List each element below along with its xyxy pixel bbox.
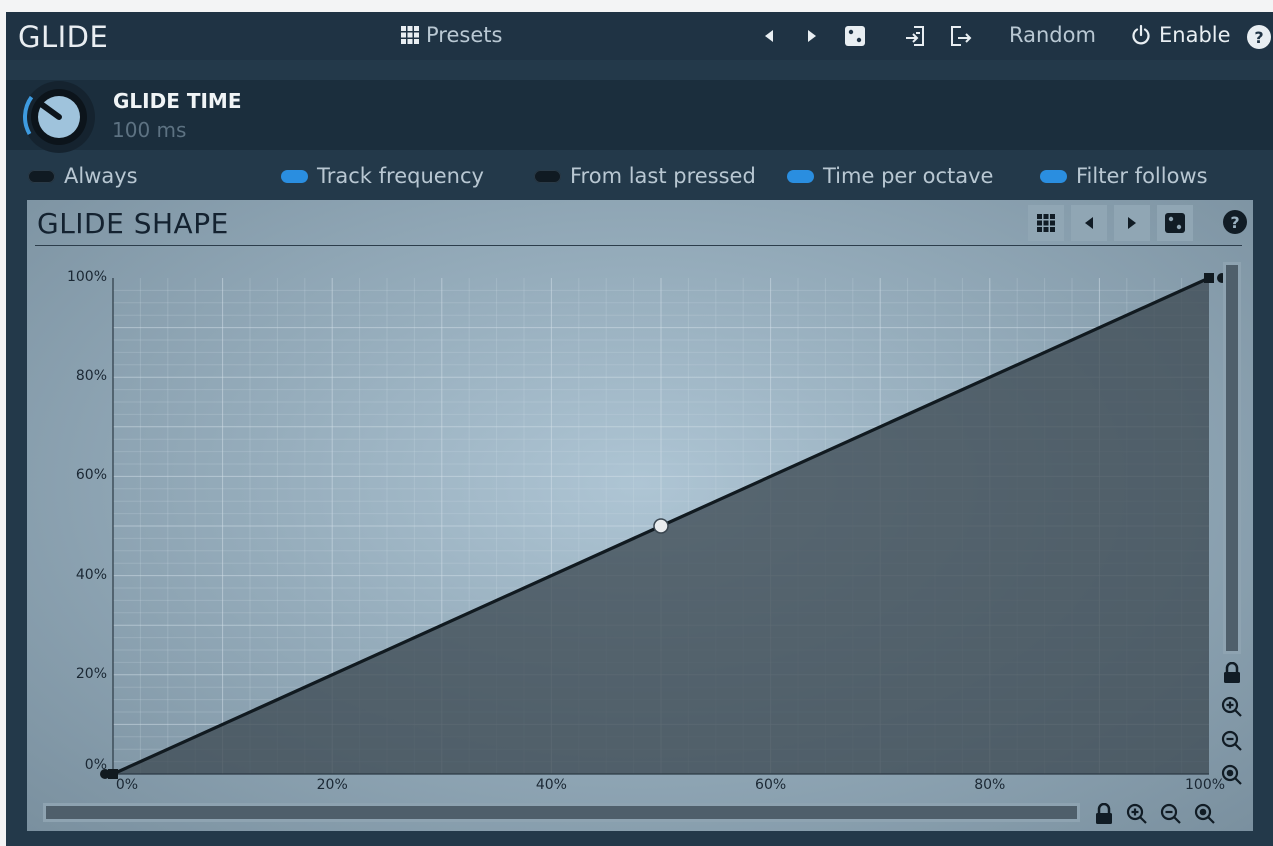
toggle-from-last-pressed[interactable]: From last pressed [534, 162, 756, 190]
toggle-label: Filter follows [1076, 164, 1208, 188]
enable-button[interactable]: Enable [1130, 23, 1231, 47]
lock-icon[interactable] [1094, 803, 1114, 825]
toggle-label: From last pressed [570, 164, 756, 188]
toggle-always[interactable]: Always [28, 162, 138, 190]
random-button[interactable]: Random [1009, 23, 1096, 47]
toggle-track-frequency[interactable]: Track frequency [281, 162, 484, 190]
toggle-label: Track frequency [317, 164, 484, 188]
y-tick-label: 40% [75, 566, 107, 583]
glide-shape-graph[interactable] [27, 200, 1253, 831]
grid-icon [401, 26, 419, 44]
y-tick-label: 80% [75, 368, 107, 385]
toggle-time-per-octave[interactable]: Time per octave [787, 162, 993, 190]
glide-shape-panel: GLIDE SHAPE ? 100% 80% 60% 40% 20% 0% 0%… [27, 200, 1253, 831]
glide-plugin-window: GLIDE Presets Random Enable ? GLIDE TIME… [6, 12, 1273, 846]
zoom-out-icon[interactable] [1160, 803, 1182, 825]
toggle-label: Always [64, 164, 138, 188]
dice-icon[interactable] [844, 25, 866, 47]
x-tick-label: 80% [974, 777, 1006, 793]
power-icon [1132, 24, 1150, 45]
toggle-label: Time per octave [823, 164, 994, 188]
horizontal-scrollbar[interactable] [43, 803, 1080, 822]
lock-icon[interactable] [1222, 662, 1242, 684]
import-icon[interactable] [904, 24, 928, 48]
x-tick-label: 20% [316, 777, 348, 793]
zoom-reset-icon[interactable] [1194, 803, 1216, 825]
glide-time-value: 100 ms [112, 118, 187, 142]
export-icon[interactable] [947, 24, 973, 48]
zoom-out-icon[interactable] [1221, 730, 1243, 752]
y-tick-label: 20% [75, 665, 107, 682]
toggle-filter-follows[interactable]: Filter follows [1040, 162, 1208, 190]
enable-label: Enable [1159, 23, 1231, 47]
plugin-title: GLIDE [18, 20, 109, 54]
x-tick-label: 0% [115, 777, 139, 793]
zoom-in-icon[interactable] [1126, 803, 1148, 825]
toggle-switch[interactable] [534, 169, 561, 183]
help-icon: ? [1254, 27, 1264, 47]
glide-time-knob[interactable] [21, 79, 97, 155]
y-tick-label: 0% [84, 757, 107, 773]
presets-button[interactable]: Presets [400, 22, 502, 47]
zoom-reset-icon[interactable] [1221, 764, 1243, 786]
x-tick-label: 60% [755, 777, 787, 793]
vertical-scrollbar[interactable] [1223, 262, 1241, 654]
toggle-switch[interactable] [1040, 169, 1067, 183]
toggle-switch[interactable] [28, 169, 55, 183]
curve-midpoint-handle[interactable] [653, 518, 669, 534]
triangle-left-icon[interactable] [762, 28, 776, 44]
x-tick-label: 100% [1185, 777, 1226, 793]
curve-end-handle[interactable] [1204, 273, 1214, 283]
toggle-switch[interactable] [281, 169, 308, 183]
glide-time-label: GLIDE TIME [113, 89, 242, 113]
triangle-right-icon[interactable] [805, 28, 819, 44]
zoom-in-icon[interactable] [1221, 696, 1243, 718]
y-tick-label: 60% [75, 467, 107, 484]
y-tick-label: 100% [66, 269, 107, 285]
top-bar: GLIDE Presets Random Enable ? [6, 12, 1273, 60]
presets-label: Presets [426, 23, 503, 47]
toggle-switch[interactable] [787, 169, 814, 183]
help-button[interactable]: ? [1247, 25, 1271, 49]
x-tick-label: 40% [535, 777, 567, 793]
